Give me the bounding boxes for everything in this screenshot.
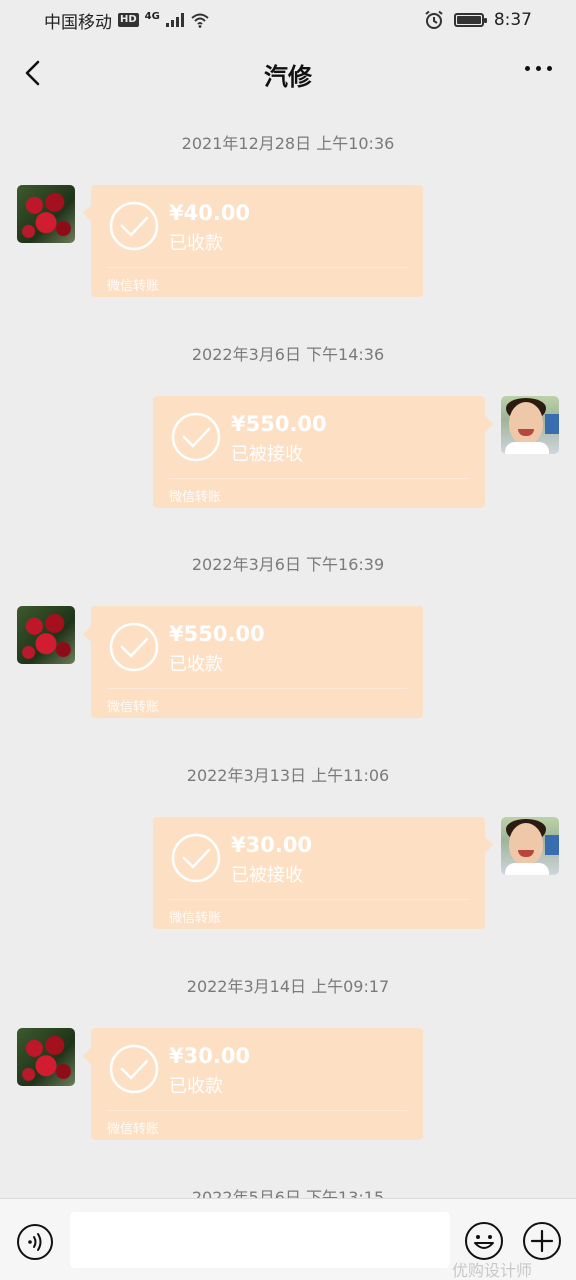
wifi-icon — [191, 13, 209, 28]
message-timestamp: 2022年3月6日 下午16:39 — [191, 555, 385, 574]
user-avatar[interactable] — [501, 396, 559, 454]
contact-avatar[interactable] — [17, 185, 75, 243]
message-timestamp: 2021年12月28日 上午10:36 — [181, 134, 395, 153]
carrier-name: 中国移动 — [44, 12, 112, 33]
user-avatar[interactable] — [501, 817, 559, 875]
bubble-divider — [107, 267, 407, 268]
transfer-bubble[interactable]: ¥550.00 已被接收 微信转账 — [153, 396, 493, 508]
battery-icon — [453, 13, 487, 27]
back-arrow-icon[interactable] — [18, 58, 48, 88]
transfer-bubble[interactable]: ¥30.00 已收款 微信转账 — [83, 1028, 423, 1140]
transfer-amount: ¥550.00 — [231, 412, 327, 436]
status-bar: 中国移动 HD 4G 8:37 — [0, 0, 576, 40]
check-circle-icon — [109, 1044, 159, 1094]
contact-avatar[interactable] — [17, 1028, 75, 1086]
message-timestamp: 2022年5月6日 下午13:15 — [191, 1188, 385, 1198]
message-timestamp: 2022年3月14日 上午09:17 — [186, 977, 390, 996]
transfer-amount: ¥40.00 — [169, 201, 251, 225]
voice-icon[interactable] — [16, 1223, 54, 1261]
network-type: 4G — [144, 10, 160, 22]
transfer-status: 已收款 — [169, 654, 223, 675]
bubble-divider — [169, 478, 469, 479]
check-circle-icon — [171, 833, 221, 883]
message-list[interactable]: 2021年12月28日 上午10:36 ¥40.00 已收款 微信转账 2022… — [0, 108, 576, 1198]
alarm-icon — [425, 10, 443, 29]
check-circle-icon — [109, 622, 159, 672]
clock-time: 8:37 — [493, 10, 532, 30]
watermark: 优购设计师 — [452, 1261, 533, 1280]
transfer-bubble[interactable]: ¥30.00 已被接收 微信转账 — [153, 817, 493, 929]
message-timestamp: 2022年3月6日 下午14:36 — [191, 345, 385, 364]
bubble-divider — [107, 688, 407, 689]
signal-icon — [165, 13, 184, 27]
transfer-bubble[interactable]: ¥550.00 已收款 微信转账 — [83, 606, 423, 718]
message-timestamp: 2022年3月13日 上午11:06 — [186, 766, 390, 785]
contact-avatar[interactable] — [17, 606, 75, 664]
more-dots-icon[interactable] — [525, 66, 552, 71]
status-right: 8:37 — [424, 10, 532, 30]
status-left: 中国移动 HD 4G — [44, 8, 210, 33]
check-circle-icon — [109, 201, 159, 251]
transfer-label: 微信转账 — [107, 700, 160, 715]
transfer-label: 微信转账 — [107, 1122, 160, 1137]
bubble-divider — [107, 1110, 407, 1111]
transfer-amount: ¥30.00 — [169, 1044, 251, 1068]
transfer-status: 已被接收 — [231, 444, 303, 465]
bubble-divider — [169, 899, 469, 900]
chat-title: 汽修 — [264, 62, 312, 91]
input-bar: 优购设计师 — [0, 1198, 576, 1280]
transfer-amount: ¥30.00 — [231, 833, 313, 857]
transfer-label: 微信转账 — [169, 490, 222, 505]
transfer-status: 已收款 — [169, 1076, 223, 1097]
chat-header: 汽修 — [0, 40, 576, 108]
hd-badge: HD — [118, 13, 139, 27]
transfer-amount: ¥550.00 — [169, 622, 265, 646]
message-input[interactable] — [70, 1212, 450, 1268]
plus-icon[interactable] — [522, 1221, 562, 1261]
transfer-label: 微信转账 — [169, 911, 222, 926]
transfer-bubble[interactable]: ¥40.00 已收款 微信转账 — [83, 185, 423, 297]
transfer-status: 已被接收 — [231, 865, 303, 886]
check-circle-icon — [171, 412, 221, 462]
transfer-label: 微信转账 — [107, 279, 160, 294]
emoji-icon[interactable] — [464, 1221, 504, 1261]
transfer-status: 已收款 — [169, 233, 223, 254]
